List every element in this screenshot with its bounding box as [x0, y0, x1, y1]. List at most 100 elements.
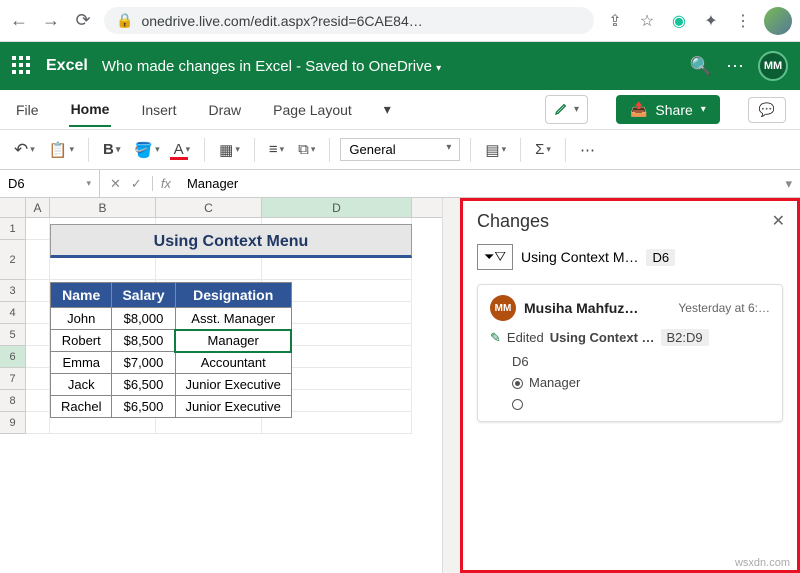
tab-home[interactable]: Home: [69, 93, 112, 127]
row-header[interactable]: 3: [0, 280, 26, 302]
editing-dropdown[interactable]: ⋯: [576, 139, 599, 161]
conditional-format-button[interactable]: ▤▾: [481, 139, 510, 161]
grammarly-icon[interactable]: ◉: [668, 11, 690, 31]
more-icon[interactable]: ⋯: [726, 56, 744, 77]
extensions-icon[interactable]: ✦: [700, 11, 722, 31]
address-bar[interactable]: 🔒 onedrive.live.com/edit.aspx?resid=6CAE…: [104, 7, 594, 34]
formula-input[interactable]: Manager: [179, 176, 778, 191]
fill-color-button[interactable]: 🪣▾: [130, 139, 163, 161]
borders-button[interactable]: ▦▾: [215, 139, 244, 161]
number-format-select[interactable]: General▾: [340, 138, 460, 161]
app-launcher-icon[interactable]: [12, 56, 32, 76]
table-title: Using Context Menu: [50, 224, 412, 258]
col-header[interactable]: B: [50, 198, 156, 217]
reload-icon[interactable]: ⟳: [72, 10, 94, 31]
comment-icon: 💬: [759, 102, 775, 117]
change-range-chip: B2:D9: [661, 329, 709, 346]
change-user: Musiha Mahfuz…: [524, 300, 670, 316]
search-icon[interactable]: 🔍: [690, 56, 712, 77]
font-color-button[interactable]: A▾: [170, 139, 195, 160]
user-avatar[interactable]: MM: [758, 51, 788, 81]
radio-old-icon: [512, 399, 523, 410]
row-header[interactable]: 2: [0, 240, 26, 280]
th-designation[interactable]: Designation: [175, 283, 291, 308]
row-header[interactable]: 6: [0, 346, 26, 368]
undo-button[interactable]: ↶▾: [10, 138, 39, 162]
enter-fx-icon[interactable]: ✓: [131, 176, 142, 192]
fx-label: fx: [152, 176, 179, 191]
filter-button[interactable]: ⏷▽: [477, 244, 513, 270]
col-header[interactable]: D: [262, 198, 412, 217]
menu-icon[interactable]: ⋮: [732, 11, 754, 31]
expand-fx-icon[interactable]: ▾: [777, 176, 800, 192]
change-cell-ref: D6: [512, 354, 770, 369]
share-icon: 📤: [630, 101, 647, 118]
th-salary[interactable]: Salary: [112, 283, 175, 308]
autosum-button[interactable]: Σ▾: [531, 139, 555, 160]
app-name: Excel: [46, 57, 88, 75]
row-header[interactable]: 1: [0, 218, 26, 240]
data-table: Name Salary Designation John$8,000Asst. …: [50, 282, 292, 418]
change-card[interactable]: MM Musiha Mahfuz… Yesterday at 6:… ✎ Edi…: [477, 284, 783, 422]
bold-button[interactable]: B▾: [99, 139, 124, 160]
spreadsheet-grid[interactable]: A B C D 1 2 3 4 5 6 7 8 9 Using Context …: [0, 198, 442, 573]
name-box[interactable]: D6▾: [0, 170, 100, 197]
watermark: wsxdn.com: [735, 557, 790, 569]
filter-cell-chip: D6: [646, 249, 675, 266]
forward-icon[interactable]: →: [40, 10, 62, 31]
funnel-icon: ⏷▽: [484, 249, 506, 265]
change-action: Edited: [507, 330, 544, 345]
selected-cell[interactable]: Manager: [175, 330, 291, 352]
paste-button[interactable]: 📋▾: [45, 139, 78, 161]
filter-sheet-label: Using Context M…: [521, 249, 638, 265]
close-icon[interactable]: ✕: [772, 211, 785, 231]
tab-file[interactable]: File: [14, 94, 41, 126]
change-time: Yesterday at 6:…: [678, 301, 770, 315]
change-new-value: Manager: [529, 375, 580, 390]
comments-button[interactable]: 💬: [748, 97, 786, 123]
url-text: onedrive.live.com/edit.aspx?resid=6CAE84…: [141, 13, 422, 29]
radio-new-icon: [512, 378, 523, 389]
browser-avatar[interactable]: [764, 7, 792, 35]
change-sheet: Using Context …: [550, 330, 655, 345]
cancel-fx-icon[interactable]: ✕: [110, 176, 121, 192]
pen-icon: [554, 100, 570, 119]
app-title-bar: Excel Who made changes in Excel - Saved …: [0, 42, 800, 90]
table-row: Jack$6,500Junior Executive: [51, 374, 292, 396]
tab-more[interactable]: ▾: [382, 93, 393, 126]
share-button[interactable]: 📤 Share ▾: [616, 95, 720, 124]
row-header[interactable]: 9: [0, 412, 26, 434]
row-header[interactable]: 4: [0, 302, 26, 324]
ribbon-toolbar: ↶▾ 📋▾ B▾ 🪣▾ A▾ ▦▾ ≡▾ ⧉▾ General▾ ▤▾ Σ▾ ⋯: [0, 130, 800, 170]
back-icon[interactable]: ←: [8, 10, 30, 31]
changes-panel: Changes ✕ ⏷▽ Using Context M… D6 MM Musi…: [460, 198, 800, 573]
table-row: Robert$8,500Manager: [51, 330, 292, 352]
table-row: John$8,000Asst. Manager: [51, 308, 292, 330]
doc-title[interactable]: Who made changes in Excel - Saved to One…: [102, 58, 441, 75]
align-button[interactable]: ≡▾: [265, 139, 288, 160]
share-browser-icon[interactable]: ⇪: [604, 11, 626, 31]
select-all-corner[interactable]: [0, 198, 26, 217]
table-row: Rachel$6,500Junior Executive: [51, 396, 292, 418]
row-header[interactable]: 5: [0, 324, 26, 346]
tab-page-layout[interactable]: Page Layout: [271, 94, 354, 126]
merge-button[interactable]: ⧉▾: [294, 139, 319, 160]
changes-title: Changes: [477, 211, 783, 232]
table-row: Emma$7,000Accountant: [51, 352, 292, 374]
th-name[interactable]: Name: [51, 283, 112, 308]
editing-mode-button[interactable]: ▾: [545, 95, 588, 124]
row-header[interactable]: 8: [0, 390, 26, 412]
browser-toolbar: ← → ⟳ 🔒 onedrive.live.com/edit.aspx?resi…: [0, 0, 800, 42]
user-badge: MM: [490, 295, 516, 321]
tab-draw[interactable]: Draw: [206, 94, 243, 126]
star-icon[interactable]: ☆: [636, 11, 658, 31]
formula-bar: D6▾ ✕ ✓ fx Manager ▾: [0, 170, 800, 198]
lock-icon: 🔒: [116, 12, 133, 29]
col-header[interactable]: A: [26, 198, 50, 217]
row-header[interactable]: 7: [0, 368, 26, 390]
vertical-scrollbar[interactable]: [442, 198, 460, 573]
ribbon-tabs: File Home Insert Draw Page Layout ▾ ▾ 📤 …: [0, 90, 800, 130]
pencil-icon: ✎: [490, 330, 501, 346]
col-header[interactable]: C: [156, 198, 262, 217]
tab-insert[interactable]: Insert: [139, 94, 178, 126]
